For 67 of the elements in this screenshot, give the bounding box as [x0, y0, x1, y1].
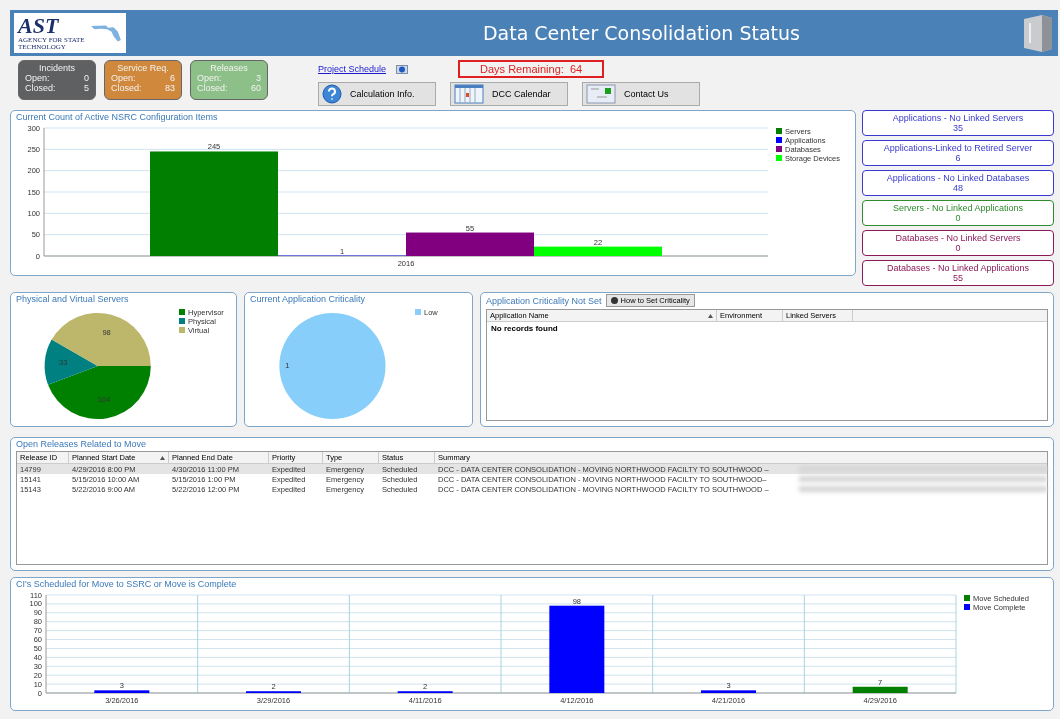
legend-swatch — [776, 137, 782, 143]
bar — [701, 690, 756, 693]
sort-up-icon — [160, 455, 165, 460]
panel-title: Open Releases Related to Move — [16, 439, 148, 449]
summary-label: Applications-Linked to Retired Server — [883, 142, 1033, 153]
page-title: Data Center Consolidation Status — [481, 22, 801, 44]
legend-swatch — [415, 309, 421, 315]
summary-label: Applications - No Linked Servers — [892, 112, 1024, 123]
panel-title: Physical and Virtual Servers — [16, 294, 130, 304]
help-icon — [610, 297, 618, 304]
calendar-icon — [454, 84, 484, 104]
summary-value: 0 — [955, 243, 961, 254]
summary-value: 48 — [953, 183, 963, 194]
legend-swatch — [776, 155, 782, 161]
summary-box[interactable]: Applications-Linked to Retired Server 6 — [862, 140, 1054, 166]
legend-swatch — [776, 128, 782, 134]
toolbar-button[interactable]: Calculation Info. — [318, 82, 436, 106]
panel-title: Current Count of Active NSRC Configuration Items — [16, 112, 219, 122]
envelope-icon — [586, 84, 616, 104]
logo-text: AST — [18, 15, 59, 37]
stat-title: Releases — [209, 63, 249, 73]
stat-value: 5 — [84, 83, 89, 93]
stat-value: 0 — [84, 73, 89, 83]
stat-label: Open: — [25, 73, 50, 83]
summary-value: 35 — [953, 123, 963, 134]
panel-title: CI's Scheduled for Move to SSRC or Move is Complete — [16, 579, 238, 589]
empty-message: No records found — [490, 323, 559, 335]
summary-box[interactable]: Servers - No Linked Applications 0 — [862, 200, 1054, 226]
toolbar-button[interactable]: Contact Us — [582, 82, 700, 106]
info-icon[interactable] — [396, 64, 409, 74]
summary-label: Databases - No Linked Servers — [895, 232, 1021, 243]
legend-swatch — [964, 595, 970, 601]
stat-label: Open: — [197, 73, 222, 83]
stat-label: Open: — [111, 73, 136, 83]
legend-swatch — [179, 309, 185, 315]
days-remaining: Days Remaining: 64 — [458, 60, 605, 78]
stat-value: 3 — [256, 73, 261, 83]
stat-title: Service Req. — [116, 63, 170, 73]
stat-label: Closed: — [111, 83, 142, 93]
stat-title: Incidents — [38, 63, 76, 73]
bar — [94, 690, 150, 693]
panel-title: Current Application Criticality — [250, 294, 367, 304]
stat-value: 60 — [251, 83, 261, 93]
legend-swatch — [776, 146, 782, 152]
summary-box[interactable]: Applications - No Linked Databases 48 — [862, 170, 1054, 196]
summary-label: Servers - No Linked Applications — [892, 202, 1024, 213]
summary-box[interactable]: Applications - No Linked Servers 35 — [862, 110, 1054, 136]
panel-title: Application Criticality Not Set — [486, 295, 602, 306]
summary-value: 55 — [953, 273, 963, 284]
legend-swatch — [179, 318, 185, 324]
help-icon — [322, 84, 342, 104]
toolbar-button[interactable]: DCC Calendar — [450, 82, 568, 106]
sort-up-icon — [708, 313, 713, 318]
stat-value: 6 — [170, 73, 175, 83]
stat-label: Closed: — [25, 83, 56, 93]
summary-label: Databases - No Linked Applications — [886, 262, 1030, 273]
summary-value: 6 — [955, 153, 961, 164]
summary-box[interactable]: Databases - No Linked Servers 0 — [862, 230, 1054, 256]
legend-swatch — [179, 327, 185, 333]
project-schedule-link[interactable]: Project Schedule — [318, 64, 387, 74]
summary-box[interactable]: Databases - No Linked Applications 55 — [862, 260, 1054, 286]
legend-swatch — [964, 604, 970, 610]
summary-label: Applications - No Linked Databases — [886, 172, 1030, 183]
stat-value: 83 — [165, 83, 175, 93]
bar — [852, 686, 908, 693]
stat-label: Closed: — [197, 83, 228, 93]
summary-value: 0 — [955, 213, 961, 224]
